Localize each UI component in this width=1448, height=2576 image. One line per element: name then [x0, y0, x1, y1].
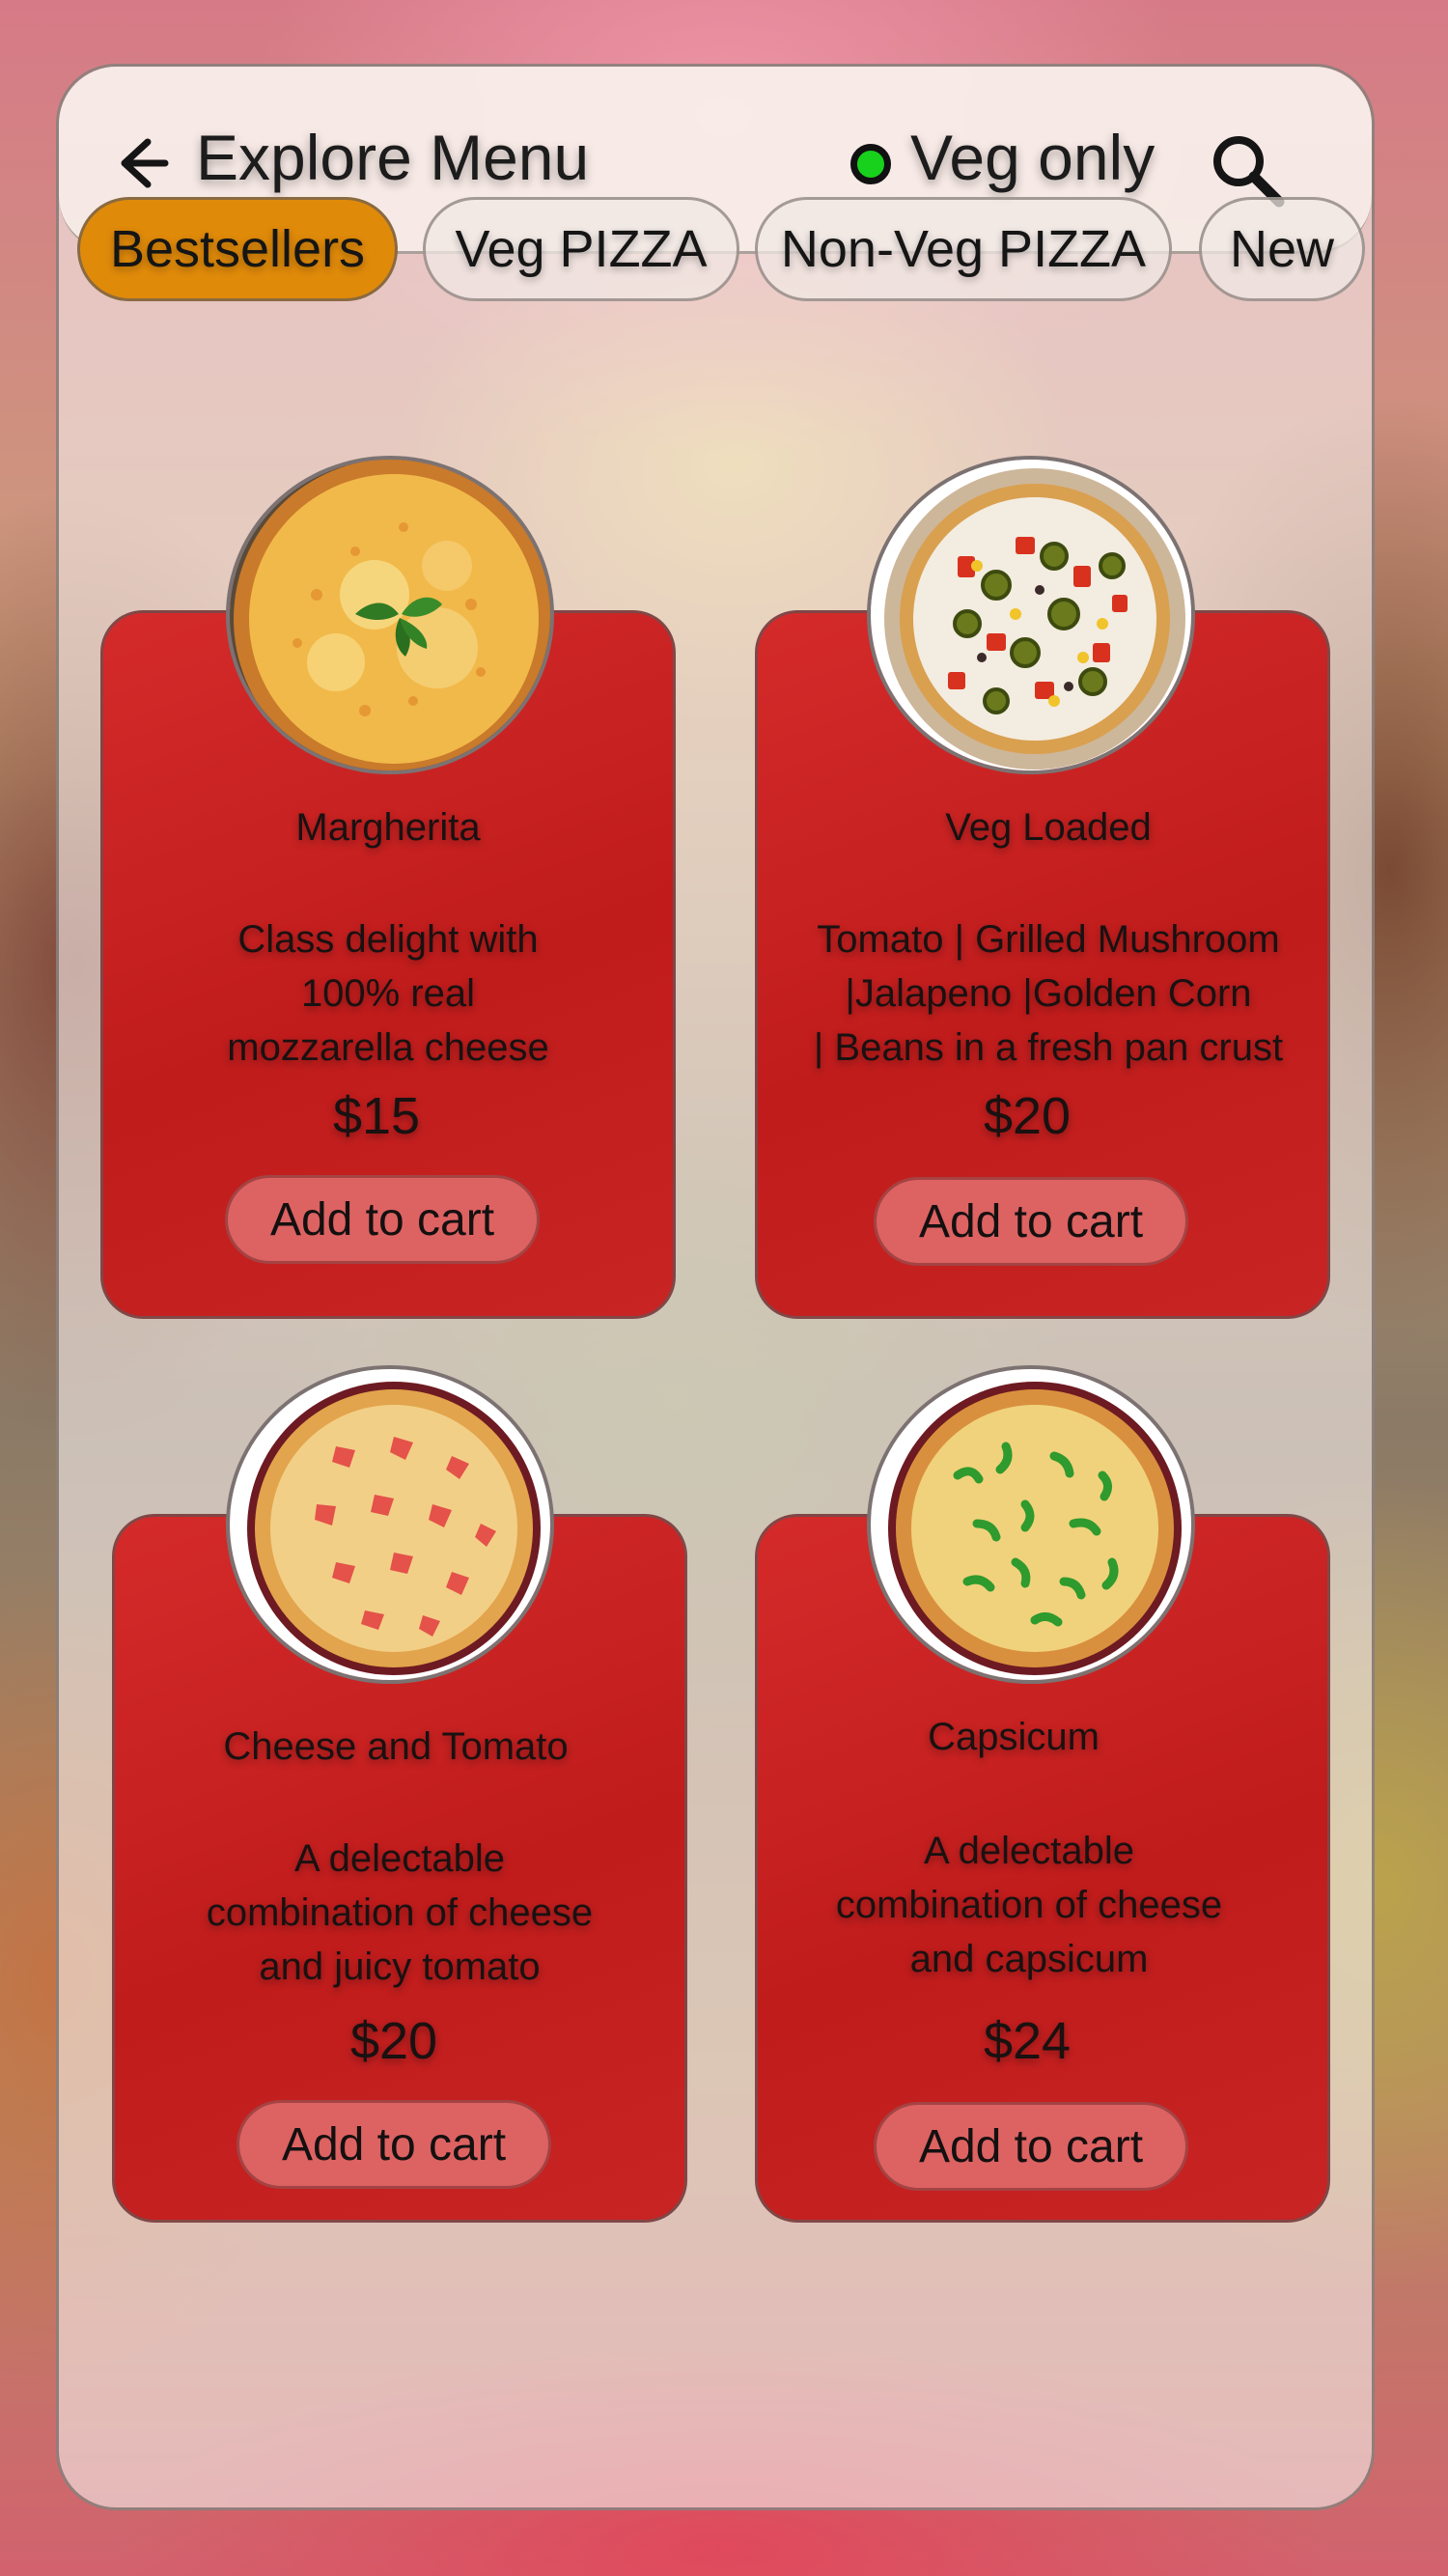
add-to-cart-button[interactable]: Add to cart	[225, 1175, 540, 1264]
tab-bestsellers[interactable]: Bestsellers	[77, 197, 398, 301]
product-price: $15	[332, 1087, 421, 1145]
product-description: Class delight with 100% real mozzarella …	[227, 918, 549, 1069]
veg-only-toggle[interactable]: Veg only	[910, 121, 1155, 194]
pizza-image-margherita	[226, 456, 554, 774]
back-arrow-icon[interactable]	[109, 132, 171, 194]
product-price: $24	[983, 2012, 1072, 2070]
tab-veg-pizza[interactable]: Veg PIZZA	[423, 197, 739, 301]
tab-new[interactable]: New	[1199, 197, 1365, 301]
product-description: A delectable combination of cheese and c…	[835, 1830, 1223, 1980]
veg-indicator-icon[interactable]	[850, 144, 891, 184]
product-name: Margherita	[295, 806, 481, 849]
add-to-cart-button[interactable]: Add to cart	[874, 2102, 1188, 2191]
product-name: Capsicum	[928, 1716, 1100, 1758]
product-description: Tomato | Grilled Mushroom |Jalapeno |Gol…	[813, 918, 1284, 1069]
pizza-image-capsicum	[867, 1365, 1195, 1684]
product-name: Veg Loaded	[945, 806, 1152, 849]
add-to-cart-button[interactable]: Add to cart	[874, 1177, 1188, 1266]
product-name: Cheese and Tomato	[223, 1725, 569, 1768]
product-description: A delectable combination of cheese and j…	[206, 1837, 594, 1988]
add-to-cart-button[interactable]: Add to cart	[237, 2100, 551, 2189]
page-title: Explore Menu	[196, 122, 590, 193]
product-price: $20	[349, 2012, 438, 2070]
product-price: $20	[983, 1087, 1072, 1145]
tab-non-veg-pizza[interactable]: Non-Veg PIZZA	[755, 197, 1172, 301]
pizza-image-veg-loaded	[867, 456, 1195, 774]
pizza-image-cheese-and-tomato	[226, 1365, 554, 1684]
